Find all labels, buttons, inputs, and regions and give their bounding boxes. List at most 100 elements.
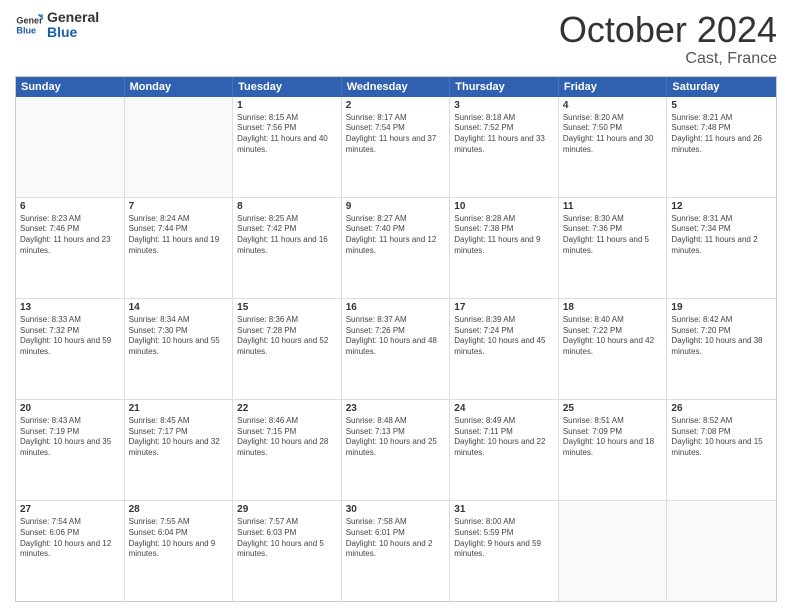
header-day-saturday: Saturday — [667, 77, 776, 97]
day-number: 7 — [129, 201, 229, 212]
day-number: 19 — [671, 302, 772, 313]
day-info: Sunrise: 8:18 AM Sunset: 7:52 PM Dayligh… — [454, 113, 554, 156]
calendar-cell: 15 Sunrise: 8:36 AM Sunset: 7:28 PM Dayli… — [233, 299, 342, 399]
calendar-cell: 29Sunrise: 7:57 AM Sunset: 6:03 PM Dayli… — [233, 501, 342, 601]
calendar-cell: 2Sunrise: 8:17 AM Sunset: 7:54 PM Daylig… — [342, 97, 451, 197]
calendar-cell: 13 Sunrise: 8:33 AM Sunset: 7:32 PM Dayli… — [16, 299, 125, 399]
day-number: 11 — [563, 201, 663, 212]
day-number: 27 — [20, 504, 120, 515]
logo-general: General — [47, 10, 99, 25]
calendar-cell: 8Sunrise: 8:25 AM Sunset: 7:42 PM Daylig… — [233, 198, 342, 298]
calendar-cell: 9 Sunrise: 8:27 AM Sunset: 7:40 PM Daylig… — [342, 198, 451, 298]
calendar-cell: 30Sunrise: 7:58 AM Sunset: 6:01 PM Dayli… — [342, 501, 451, 601]
calendar-body: 1 Sunrise: 8:15 AM Sunset: 7:56 PM Daylig… — [16, 97, 776, 601]
day-info: Sunrise: 8:34 AM Sunset: 7:30 PM Dayligh… — [129, 315, 229, 358]
day-info: Sunrise: 8:52 AM Sunset: 7:08 PM Dayligh… — [671, 416, 772, 459]
day-info: Sunrise: 8:00 AM Sunset: 5:59 PM Dayligh… — [454, 517, 554, 560]
location: Cast, France — [559, 50, 777, 68]
calendar-row-4: 27 Sunrise: 7:54 AM Sunset: 6:06 PM Dayli… — [16, 501, 776, 601]
day-info: Sunrise: 8:23 AM Sunset: 7:46 PM Dayligh… — [20, 214, 120, 257]
svg-text:General: General — [16, 16, 43, 26]
day-info: Sunrise: 7:55 AM Sunset: 6:04 PM Dayligh… — [129, 517, 229, 560]
day-number: 10 — [454, 201, 554, 212]
day-number: 20 — [20, 403, 120, 414]
calendar: SundayMondayTuesdayWednesdayThursdayFrid… — [15, 76, 777, 602]
calendar-row-0: 1 Sunrise: 8:15 AM Sunset: 7:56 PM Daylig… — [16, 97, 776, 198]
day-number: 4 — [563, 100, 663, 111]
calendar-cell: 10 Sunrise: 8:28 AM Sunset: 7:38 PM Dayli… — [450, 198, 559, 298]
logo: General Blue General Blue — [15, 10, 99, 41]
day-number: 16 — [346, 302, 446, 313]
day-number: 2 — [346, 100, 446, 111]
calendar-cell: 3 Sunrise: 8:18 AM Sunset: 7:52 PM Daylig… — [450, 97, 559, 197]
day-number: 3 — [454, 100, 554, 111]
day-info: Sunrise: 7:58 AM Sunset: 6:01 PM Dayligh… — [346, 517, 446, 560]
day-number: 12 — [671, 201, 772, 212]
day-info: Sunrise: 8:27 AM Sunset: 7:40 PM Dayligh… — [346, 214, 446, 257]
calendar-header: SundayMondayTuesdayWednesdayThursdayFrid… — [16, 77, 776, 97]
day-number: 22 — [237, 403, 337, 414]
calendar-cell: 17 Sunrise: 8:39 AM Sunset: 7:24 PM Dayli… — [450, 299, 559, 399]
calendar-cell: 7 Sunrise: 8:24 AM Sunset: 7:44 PM Daylig… — [125, 198, 234, 298]
day-number: 15 — [237, 302, 337, 313]
day-info: Sunrise: 8:30 AM Sunset: 7:36 PM Dayligh… — [563, 214, 663, 257]
calendar-cell: 24 Sunrise: 8:49 AM Sunset: 7:11 PM Dayli… — [450, 400, 559, 500]
day-number: 5 — [671, 100, 772, 111]
day-info: Sunrise: 8:33 AM Sunset: 7:32 PM Dayligh… — [20, 315, 120, 358]
day-number: 29 — [237, 504, 337, 515]
day-number: 14 — [129, 302, 229, 313]
calendar-cell: 1 Sunrise: 8:15 AM Sunset: 7:56 PM Daylig… — [233, 97, 342, 197]
day-info: Sunrise: 8:36 AM Sunset: 7:28 PM Dayligh… — [237, 315, 337, 358]
calendar-cell: 21Sunrise: 8:45 AM Sunset: 7:17 PM Dayli… — [125, 400, 234, 500]
day-info: Sunrise: 8:15 AM Sunset: 7:56 PM Dayligh… — [237, 113, 337, 156]
header: General Blue General Blue October 2024 C… — [15, 10, 777, 68]
day-number: 8 — [237, 201, 337, 212]
day-number: 17 — [454, 302, 554, 313]
day-info: Sunrise: 8:48 AM Sunset: 7:13 PM Dayligh… — [346, 416, 446, 459]
calendar-cell — [667, 501, 776, 601]
header-day-wednesday: Wednesday — [342, 77, 451, 97]
calendar-cell: 5Sunrise: 8:21 AM Sunset: 7:48 PM Daylig… — [667, 97, 776, 197]
logo-blue: Blue — [47, 25, 99, 40]
day-info: Sunrise: 8:43 AM Sunset: 7:19 PM Dayligh… — [20, 416, 120, 459]
header-day-thursday: Thursday — [450, 77, 559, 97]
day-number: 18 — [563, 302, 663, 313]
day-info: Sunrise: 8:39 AM Sunset: 7:24 PM Dayligh… — [454, 315, 554, 358]
day-info: Sunrise: 8:37 AM Sunset: 7:26 PM Dayligh… — [346, 315, 446, 358]
calendar-cell: 28Sunrise: 7:55 AM Sunset: 6:04 PM Dayli… — [125, 501, 234, 601]
calendar-cell: 16 Sunrise: 8:37 AM Sunset: 7:26 PM Dayli… — [342, 299, 451, 399]
header-day-friday: Friday — [559, 77, 668, 97]
day-number: 24 — [454, 403, 554, 414]
day-info: Sunrise: 8:46 AM Sunset: 7:15 PM Dayligh… — [237, 416, 337, 459]
day-number: 9 — [346, 201, 446, 212]
calendar-cell: 31 Sunrise: 8:00 AM Sunset: 5:59 PM Dayli… — [450, 501, 559, 601]
calendar-cell: 22 Sunrise: 8:46 AM Sunset: 7:15 PM Dayli… — [233, 400, 342, 500]
calendar-cell: 18 Sunrise: 8:40 AM Sunset: 7:22 PM Dayli… — [559, 299, 668, 399]
calendar-cell — [559, 501, 668, 601]
calendar-cell: 12 Sunrise: 8:31 AM Sunset: 7:34 PM Dayli… — [667, 198, 776, 298]
day-info: Sunrise: 8:31 AM Sunset: 7:34 PM Dayligh… — [671, 214, 772, 257]
day-number: 1 — [237, 100, 337, 111]
day-info: Sunrise: 8:40 AM Sunset: 7:22 PM Dayligh… — [563, 315, 663, 358]
calendar-cell: 6 Sunrise: 8:23 AM Sunset: 7:46 PM Daylig… — [16, 198, 125, 298]
day-info: Sunrise: 8:42 AM Sunset: 7:20 PM Dayligh… — [671, 315, 772, 358]
header-day-sunday: Sunday — [16, 77, 125, 97]
day-info: Sunrise: 8:20 AM Sunset: 7:50 PM Dayligh… — [563, 113, 663, 156]
day-info: Sunrise: 7:54 AM Sunset: 6:06 PM Dayligh… — [20, 517, 120, 560]
day-info: Sunrise: 8:51 AM Sunset: 7:09 PM Dayligh… — [563, 416, 663, 459]
day-info: Sunrise: 8:49 AM Sunset: 7:11 PM Dayligh… — [454, 416, 554, 459]
calendar-cell: 14 Sunrise: 8:34 AM Sunset: 7:30 PM Dayli… — [125, 299, 234, 399]
day-number: 26 — [671, 403, 772, 414]
calendar-row-2: 13 Sunrise: 8:33 AM Sunset: 7:32 PM Dayli… — [16, 299, 776, 400]
calendar-cell: 25Sunrise: 8:51 AM Sunset: 7:09 PM Dayli… — [559, 400, 668, 500]
day-number: 13 — [20, 302, 120, 313]
day-info: Sunrise: 8:24 AM Sunset: 7:44 PM Dayligh… — [129, 214, 229, 257]
header-day-tuesday: Tuesday — [233, 77, 342, 97]
calendar-cell: 27 Sunrise: 7:54 AM Sunset: 6:06 PM Dayli… — [16, 501, 125, 601]
day-info: Sunrise: 8:28 AM Sunset: 7:38 PM Dayligh… — [454, 214, 554, 257]
day-number: 6 — [20, 201, 120, 212]
day-number: 31 — [454, 504, 554, 515]
calendar-cell: 19 Sunrise: 8:42 AM Sunset: 7:20 PM Dayli… — [667, 299, 776, 399]
calendar-row-3: 20 Sunrise: 8:43 AM Sunset: 7:19 PM Dayli… — [16, 400, 776, 501]
calendar-cell: 26 Sunrise: 8:52 AM Sunset: 7:08 PM Dayli… — [667, 400, 776, 500]
